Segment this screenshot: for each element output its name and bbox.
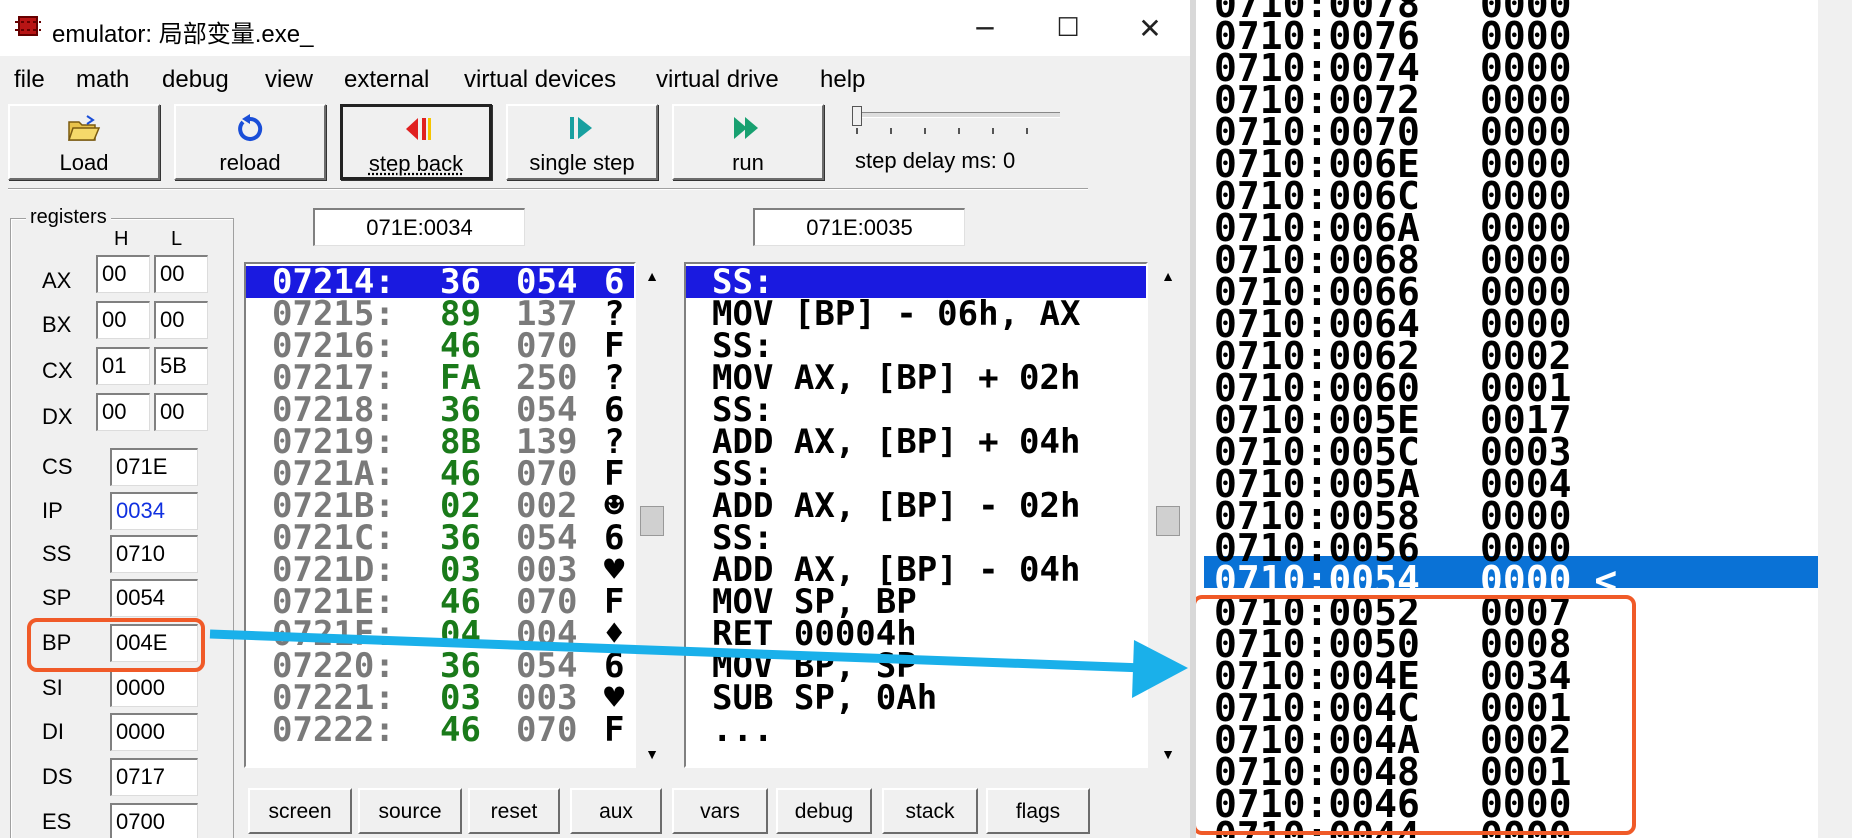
annotation-arrow <box>209 629 1188 698</box>
